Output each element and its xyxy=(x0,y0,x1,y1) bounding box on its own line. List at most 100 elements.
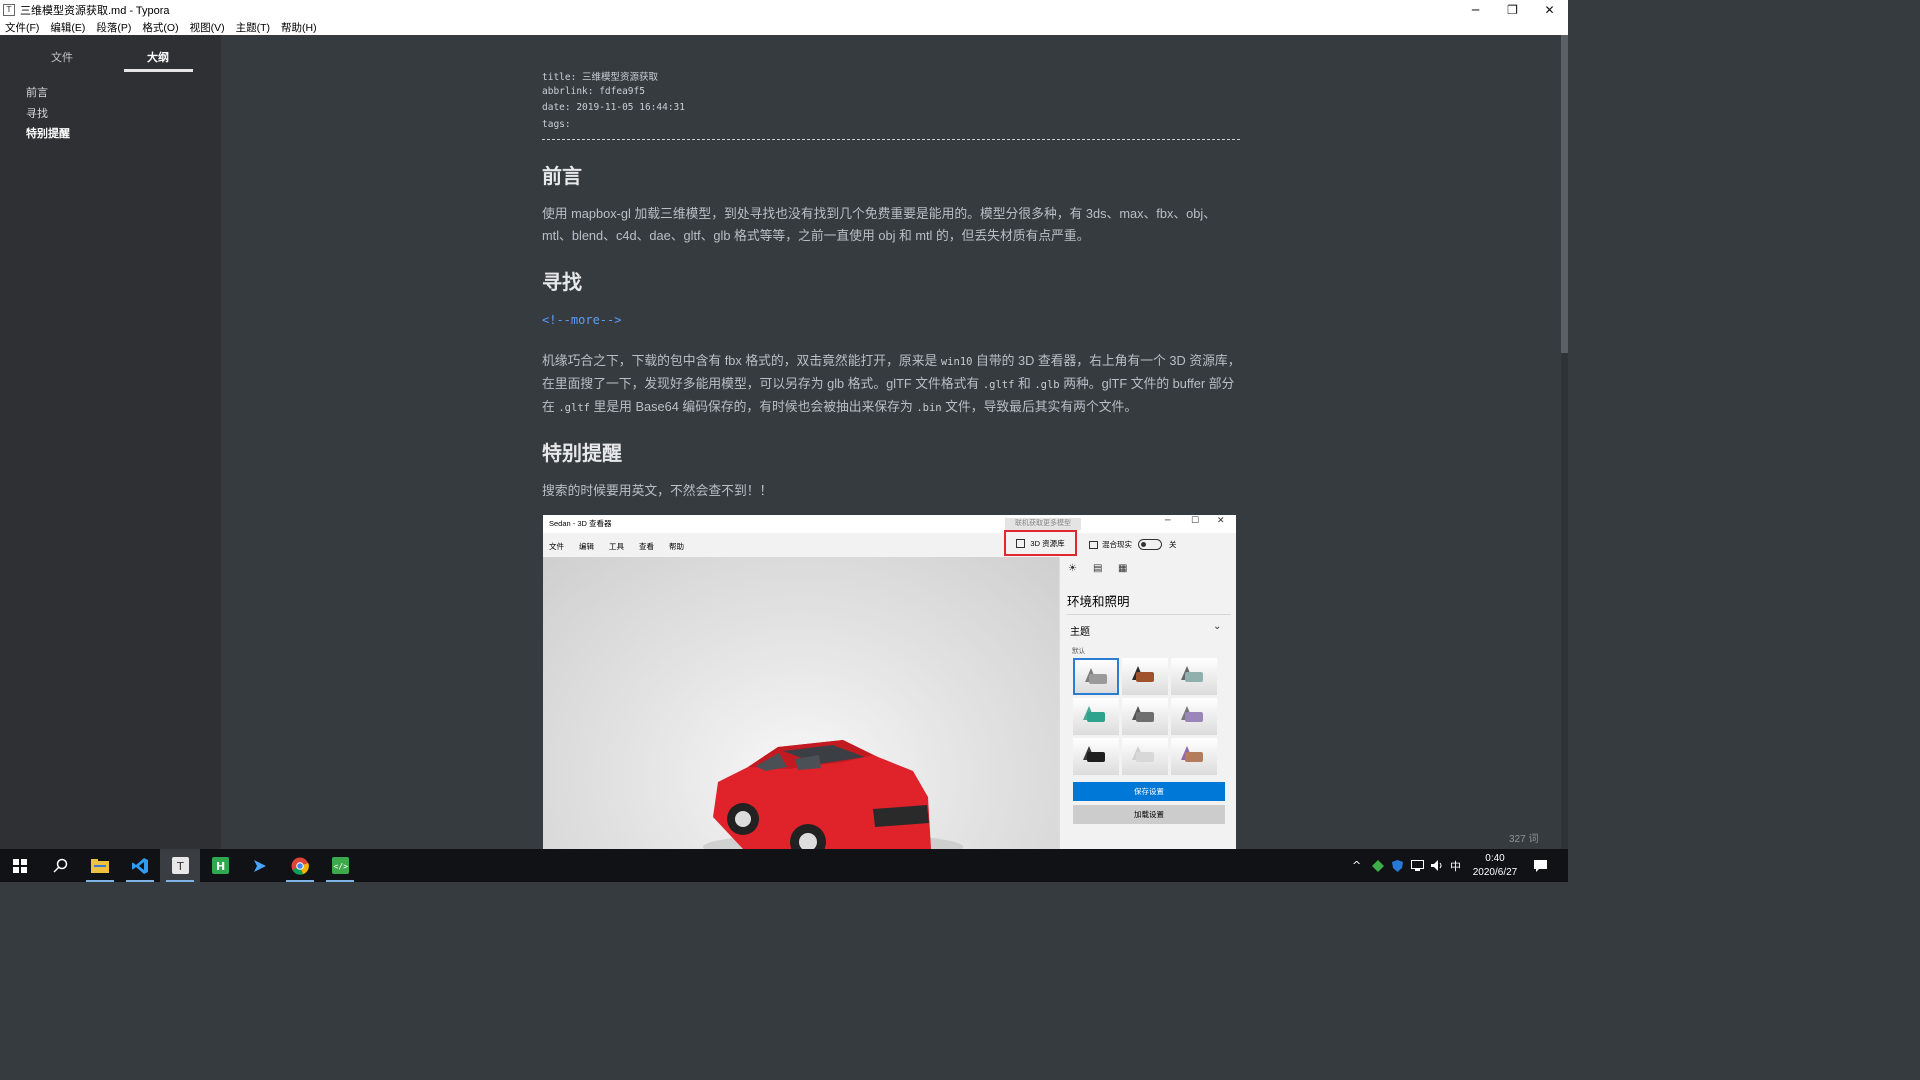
sidebar-tabs: 文件 大纲 xyxy=(0,35,221,72)
hbuilder-icon[interactable]: H xyxy=(200,849,240,882)
viewer-menu-tools: 工具 xyxy=(609,542,624,551)
svg-text:</>: </> xyxy=(333,862,348,871)
window-title: 三维模型资源获取.md - Typora xyxy=(20,4,170,17)
viewport-3d xyxy=(543,557,1059,849)
grid-icon: ▦ xyxy=(1118,563,1128,574)
viewer-menu-file: 文件 xyxy=(549,542,564,551)
tab-outline[interactable]: 大纲 xyxy=(147,49,169,65)
save-settings-button: 保存设置 xyxy=(1073,782,1225,801)
sun-icon: ☀ xyxy=(1068,563,1077,574)
theme-tile xyxy=(1073,698,1119,735)
chrome-icon[interactable] xyxy=(280,849,320,882)
volume-icon[interactable] xyxy=(1431,849,1444,882)
typora-taskbar-icon[interactable]: T xyxy=(160,849,200,882)
inline-code: .gltf xyxy=(558,402,590,414)
theme-tile xyxy=(1171,738,1217,775)
mixed-reality-toggle xyxy=(1138,539,1162,550)
editor-area[interactable]: title: 三维模型资源获取 abbrlink: fdfea9f5 date:… xyxy=(221,35,1561,849)
theme-tile xyxy=(1122,658,1168,695)
panel-divider xyxy=(1067,614,1231,615)
embedded-screenshot: Sedan - 3D 查看器 联机获取更多模型 ─ ☐ ✕ 文件 编辑 工具 查… xyxy=(543,515,1236,849)
heading-find: 寻找 xyxy=(542,272,582,294)
more-comment: <!--more--> xyxy=(542,313,622,327)
menu-theme[interactable]: 主题(T) xyxy=(236,20,270,35)
default-label: 默认 xyxy=(1072,648,1085,655)
tab-files[interactable]: 文件 xyxy=(51,49,73,65)
vscode-icon[interactable] xyxy=(120,849,160,882)
show-hidden-icons-chevron-icon[interactable]: ^ xyxy=(1352,849,1361,882)
viewer-maximize-icon: ☐ xyxy=(1191,516,1200,526)
action-center-icon[interactable] xyxy=(1534,849,1547,882)
svg-text:H: H xyxy=(216,860,225,873)
viewer-menu-help: 帮助 xyxy=(669,542,684,551)
theme-object-shape xyxy=(1136,672,1154,682)
theme-tile xyxy=(1073,738,1119,775)
outline-item-note[interactable]: 特别提醒 xyxy=(26,125,70,141)
theme-tile xyxy=(1171,698,1217,735)
cube-icon xyxy=(1016,538,1026,548)
editor-scrollbar[interactable] xyxy=(1561,35,1568,849)
front-matter-title: title: 三维模型资源获取 xyxy=(542,72,659,83)
menu-edit[interactable]: 编辑(E) xyxy=(50,20,85,35)
heading-intro: 前言 xyxy=(542,166,582,188)
car-model-illustration xyxy=(703,740,963,849)
network-icon[interactable] xyxy=(1411,849,1424,882)
text-span: 和 xyxy=(1014,376,1035,391)
windows-start-icon[interactable] xyxy=(0,849,40,882)
menu-file[interactable]: 文件(F) xyxy=(5,20,39,35)
theme-grid xyxy=(1073,658,1223,775)
theme-object-shape xyxy=(1136,712,1154,722)
theme-tile xyxy=(1122,698,1168,735)
3d-library-label: 3D 资源库 xyxy=(1030,538,1065,548)
file-explorer-icon[interactable] xyxy=(80,849,120,882)
security-shield-icon[interactable] xyxy=(1392,849,1403,882)
theme-object-shape xyxy=(1185,672,1203,682)
outline-item-find[interactable]: 寻找 xyxy=(26,105,48,121)
stats-icon: ▤ xyxy=(1093,563,1103,574)
outline-item-intro[interactable]: 前言 xyxy=(26,84,48,100)
viewer-minimize-icon: ─ xyxy=(1165,516,1171,526)
typora-app-icon: T xyxy=(3,3,15,16)
text-span: 文件，导致最后其实有两个文件。 xyxy=(941,399,1138,414)
paragraph-find: 机缘巧合之下，下载的包中含有 fbx 格式的，双击竟然能打开，原来是 win10… xyxy=(542,350,1242,419)
front-matter-tags: tags: xyxy=(542,119,571,130)
menu-help[interactable]: 帮助(H) xyxy=(281,20,317,35)
running-indicator xyxy=(86,880,114,882)
front-matter-date: date: 2019-11-05 16:44:31 xyxy=(542,102,685,113)
clock[interactable]: 0:40 2020/6/27 xyxy=(1468,852,1522,880)
ime-indicator[interactable]: 中 xyxy=(1450,849,1461,882)
theme-tile xyxy=(1171,658,1217,695)
inline-code: win10 xyxy=(940,356,973,368)
menu-format[interactable]: 格式(O) xyxy=(142,20,178,35)
scrollbar-thumb[interactable] xyxy=(1561,35,1568,353)
minimize-button[interactable]: ─ xyxy=(1457,0,1494,19)
text-span: 机缘巧合之下，下载的包中含有 fbx 格式的，双击竟然能打开，原来是 xyxy=(542,353,941,368)
mixed-reality-control: 混合现实 关 xyxy=(1089,539,1177,550)
running-indicator xyxy=(326,880,354,882)
restore-button[interactable]: ❐ xyxy=(1494,0,1531,19)
viewer-close-icon: ✕ xyxy=(1217,516,1225,526)
theme-object-shape xyxy=(1185,712,1203,722)
load-settings-button: 加载设置 xyxy=(1073,805,1225,824)
menu-view[interactable]: 视图(V) xyxy=(190,20,225,35)
viewer-menu-edit: 编辑 xyxy=(579,542,594,551)
theme-object-shape xyxy=(1136,752,1154,762)
terminal-icon[interactable] xyxy=(240,849,280,882)
svg-text:T: T xyxy=(176,860,184,873)
taskbar: T H </> ^ 中 0:40 2020/6/27 xyxy=(0,849,1568,882)
search-icon[interactable] xyxy=(40,849,80,882)
menu-paragraph[interactable]: 段落(P) xyxy=(96,20,131,35)
toggle-state-label: 关 xyxy=(1169,540,1177,549)
menu-bar: 文件(F) 编辑(E) 段落(P) 格式(O) 视图(V) 主题(T) 帮助(H… xyxy=(0,19,1568,35)
text-span: 里是用 Base64 编码保存的，有时候也会被抽出来保存为 xyxy=(589,399,917,414)
tray-app-icon[interactable] xyxy=(1372,849,1384,882)
paragraph-note: 搜索的时候要用英文，不然会查不到！！ xyxy=(542,483,773,498)
inline-code: .bin xyxy=(916,402,942,414)
paragraph-intro: 使用 mapbox-gl 加载三维模型，到处寻找也没有找到几个免费重要是能用的。… xyxy=(542,206,1217,243)
word-count[interactable]: 327 词 xyxy=(1509,830,1538,845)
close-button[interactable]: ✕ xyxy=(1531,0,1568,19)
viewer-menu-view: 查看 xyxy=(639,542,654,551)
viewer-title: Sedan - 3D 查看器 xyxy=(549,519,612,528)
front-matter-abbrlink: abbrlink: fdfea9f5 xyxy=(542,86,645,97)
code-editor-icon[interactable]: </> xyxy=(320,849,360,882)
